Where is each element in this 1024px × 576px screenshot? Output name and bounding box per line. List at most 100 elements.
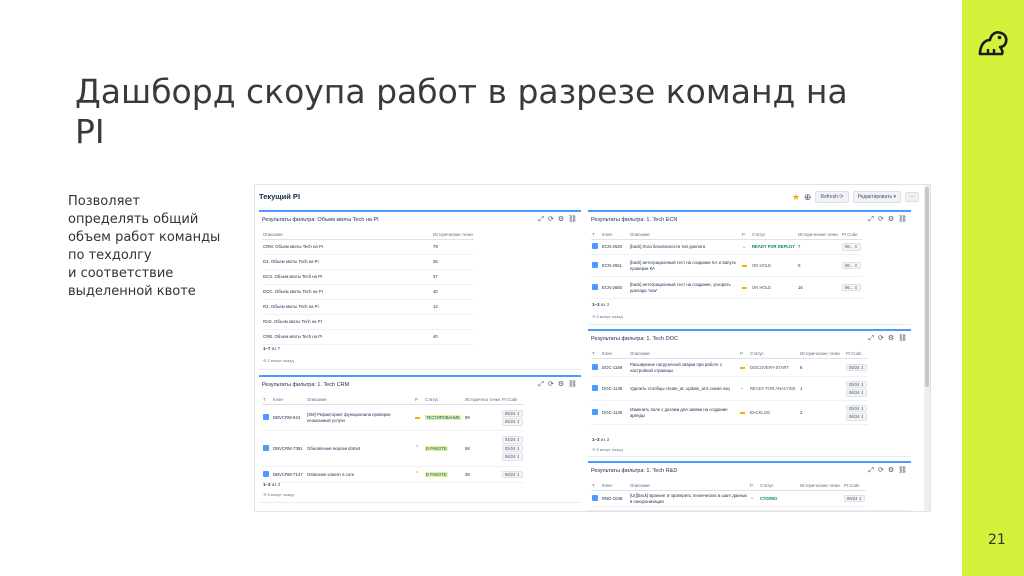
star-icon[interactable]: ★ [792,192,800,202]
table-row[interactable]: D2. Объем квоты Tech на PI 26 [262,254,474,270]
row-description[interactable]: CRB. Объем квоты Tech на PI [262,329,432,345]
pi-code-select[interactable]: 04/24 ⇕ [501,436,524,444]
column-header[interactable]: Описание [306,395,414,405]
settings-icon[interactable]: ⚙ [888,466,894,475]
issue-summary[interactable]: Удалить столбцы create_at, update_at в с… [629,376,739,401]
column-header[interactable]: PI Code [500,395,525,405]
scrollbar-thumb[interactable] [925,187,929,387]
column-header[interactable]: Ключ [601,349,629,359]
pi-code-select[interactable]: 06... ⇕ [842,283,861,292]
column-header[interactable]: Статус [751,230,797,240]
table-row[interactable]: ECN-2620 [back] Лога безопасности тип до… [591,239,862,255]
column-header[interactable]: P [739,349,749,359]
table-row[interactable]: RND-1048 [UI][back] Бранинг и проверить … [591,490,867,507]
issue-summary[interactable]: Расширение нагрузочной сварки при работе… [629,358,739,377]
column-header[interactable]: T [591,230,601,240]
issue-key[interactable]: DBVCRM-7391 [272,430,306,467]
pi-code-select[interactable]: 06/24 ⇕ [846,389,868,397]
scrollbar[interactable] [924,185,930,511]
table-row[interactable]: CRB. Объем квоты Tech на PI 40 [262,329,474,345]
refresh-icon[interactable]: ⟳ [878,334,884,343]
table-row[interactable]: DBVCRM-7391 Обновление версии dotnet ⌃ В… [262,430,525,467]
column-header[interactable]: Ключ [272,395,306,405]
issue-key[interactable]: ECN-2650 [601,276,629,299]
issue-summary[interactable]: [back] интеграционный тест на создание, … [629,276,741,299]
column-header[interactable]: Историческ точки [464,395,501,405]
column-header[interactable]: Описание [629,230,741,240]
column-header[interactable]: Ключ [601,481,629,491]
issue-summary[interactable]: Изменить поле с датами для заявки на соз… [629,400,739,425]
issue-summary[interactable]: [SM] Рефакторинг функционала проверки не… [306,404,414,431]
row-description[interactable]: CRM. Объем квоты Tech на PI [262,239,432,255]
column-header[interactable]: T [591,481,601,491]
column-header[interactable]: P [414,395,424,405]
link-icon[interactable]: ⛓ [898,215,907,224]
column-header[interactable]: Исторические точки [799,349,845,359]
pi-code-select[interactable]: 05/24 ⇕ [846,380,868,388]
expand-icon[interactable]: ⤢ [868,334,874,343]
issue-key[interactable]: DOC-1138 [601,376,629,401]
refresh-button[interactable]: Refresh ⟳ [815,191,849,203]
pi-code-select[interactable]: 05/24 ⇕ [846,363,868,372]
column-header[interactable]: Статус [424,395,464,405]
edit-button[interactable]: Редактировать ▾ [852,191,901,203]
table-row[interactable]: DOC-1138 Удалить столбцы create_at, upda… [591,376,869,401]
pi-code-select[interactable]: 06... ⇕ [842,261,861,270]
issue-summary[interactable]: Ostanewe клиент в core [306,466,414,483]
column-header[interactable]: PI Code [843,481,867,491]
pi-code-select[interactable]: 06/24 ⇕ [501,453,524,461]
expand-icon[interactable]: ⤢ [868,215,874,224]
link-icon[interactable]: ⛓ [568,380,577,389]
column-header[interactable]: Описание [262,230,432,240]
refresh-icon[interactable]: ⟳ [878,466,884,475]
column-header[interactable]: Статус [749,349,799,359]
pi-code-select[interactable]: 05/24 ⇕ [846,404,868,412]
pi-code-select[interactable]: 06/24 ⇕ [844,494,866,503]
pi-code-select[interactable]: 05/24 ⇕ [501,444,524,453]
issue-key[interactable]: ECN-2620 [601,239,629,255]
issue-key[interactable]: ECN-2651 [601,254,629,277]
link-icon[interactable]: ⛓ [568,215,577,224]
table-row[interactable]: CRM. Объем квоты Tech на PI 79 [262,239,474,255]
table-row[interactable]: RnD. Объем квоты Tech на PI [262,314,474,330]
table-row[interactable]: ECN-2650 [back] интеграционный тест на с… [591,276,862,299]
issue-key[interactable]: RND-1048 [601,490,629,507]
expand-icon[interactable]: ⤢ [868,466,874,475]
column-header[interactable]: P [749,481,759,491]
issue-summary[interactable]: Обновление версии dotnet [306,430,414,467]
share-icon[interactable]: ⊕ [804,192,812,202]
table-row[interactable]: DBVCRM-924 [SM] Рефакторинг функционала … [262,404,525,431]
column-header[interactable]: P [741,230,751,240]
row-description[interactable]: DCS. Объем квоты Tech на PI [262,269,432,285]
row-description[interactable]: D2. Объем квоты Tech на PI [262,254,432,270]
refresh-icon[interactable]: ⟳ [878,215,884,224]
row-description[interactable]: DOC. Объем квоты Tech на PI [262,284,432,300]
pi-code-select[interactable]: 06/24 ⇕ [501,470,524,479]
pi-code-select[interactable]: 05/24 ⇕ [501,409,524,417]
table-row[interactable]: ECN-2651 [back] интеграционный тест на с… [591,254,862,277]
issue-key[interactable]: DBVCRM-924 [272,404,306,431]
link-icon[interactable]: ⛓ [898,466,907,475]
issue-key[interactable]: DOC-1125 [601,400,629,425]
column-header[interactable]: Ключ [601,230,629,240]
column-header[interactable]: Исторические точки [799,481,843,491]
refresh-icon[interactable]: ⟳ [548,215,554,224]
column-header[interactable]: Исторические точки [432,230,474,240]
table-row[interactable]: DCS. Объем квоты Tech на PI 37 [262,269,474,285]
expand-icon[interactable]: ⤢ [538,215,544,224]
column-header[interactable]: Исторические точки [797,230,841,240]
issue-summary[interactable]: [back] Лога безопасности тип доклата [629,239,741,255]
issue-summary[interactable]: [back] интеграционный тест на создание К… [629,254,741,277]
row-description[interactable]: R2. Объем квоты Tech на PI [262,299,432,315]
issue-key[interactable]: DBVCRM-7147 [272,466,306,483]
settings-icon[interactable]: ⚙ [558,215,564,224]
table-row[interactable]: DOC-1169 Расширение нагрузочной сварки п… [591,358,869,377]
more-button[interactable]: ··· [905,192,919,202]
column-header[interactable]: PI Code [845,349,869,359]
issue-key[interactable]: DOC-1169 [601,358,629,377]
table-row[interactable]: DOC-1125 Изменить поле с датами для заяв… [591,400,869,425]
expand-icon[interactable]: ⤢ [538,380,544,389]
settings-icon[interactable]: ⚙ [558,380,564,389]
table-row[interactable]: R2. Объем квоты Tech на PI 14 [262,299,474,315]
settings-icon[interactable]: ⚙ [888,215,894,224]
